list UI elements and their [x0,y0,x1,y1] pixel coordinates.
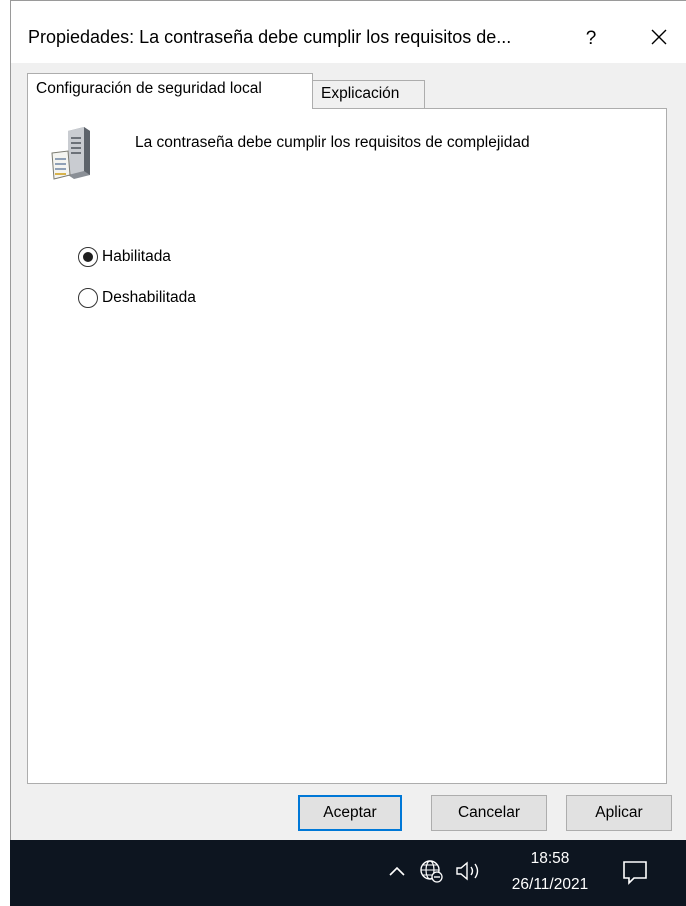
cancel-button[interactable]: Cancelar [431,795,547,831]
option-enabled[interactable]: Habilitada [78,246,171,268]
option-disabled-label[interactable]: Deshabilitada [102,289,196,307]
option-enabled-label[interactable]: Habilitada [102,248,171,266]
tab-explanation[interactable]: Explicación [313,80,425,109]
clock-time[interactable]: 18:58 [500,850,600,868]
radio-disabled[interactable] [78,288,98,308]
ok-button[interactable]: Aceptar [298,795,402,831]
help-button[interactable]: ? [569,19,613,59]
window-title: Propiedades: La contraseña debe cumplir … [28,27,512,47]
tab-panel: La contraseña debe cumplir los requisito… [27,108,667,784]
title-bar[interactable]: Propiedades: La contraseña debe cumplir … [11,1,686,63]
close-icon [651,29,667,45]
properties-dialog: Propiedades: La contraseña debe cumplir … [10,0,686,840]
radio-enabled[interactable] [78,247,98,267]
clock-date[interactable]: 26/11/2021 [500,876,600,894]
apply-button[interactable]: Aplicar [566,795,672,831]
option-disabled[interactable]: Deshabilitada [78,287,196,309]
policy-title: La contraseña debe cumplir los requisito… [135,134,530,151]
tab-local-security-setting[interactable]: Configuración de seguridad local [27,73,313,109]
chevron-up-icon[interactable] [386,860,408,882]
tab-strip: Configuración de seguridad local Explica… [27,73,667,109]
server-policy-icon [48,127,100,183]
network-icon[interactable] [418,858,444,884]
volume-icon[interactable] [454,858,486,884]
taskbar: 18:58 26/11/2021 [10,840,686,906]
close-button[interactable] [631,15,686,59]
notification-icon[interactable] [620,858,650,886]
